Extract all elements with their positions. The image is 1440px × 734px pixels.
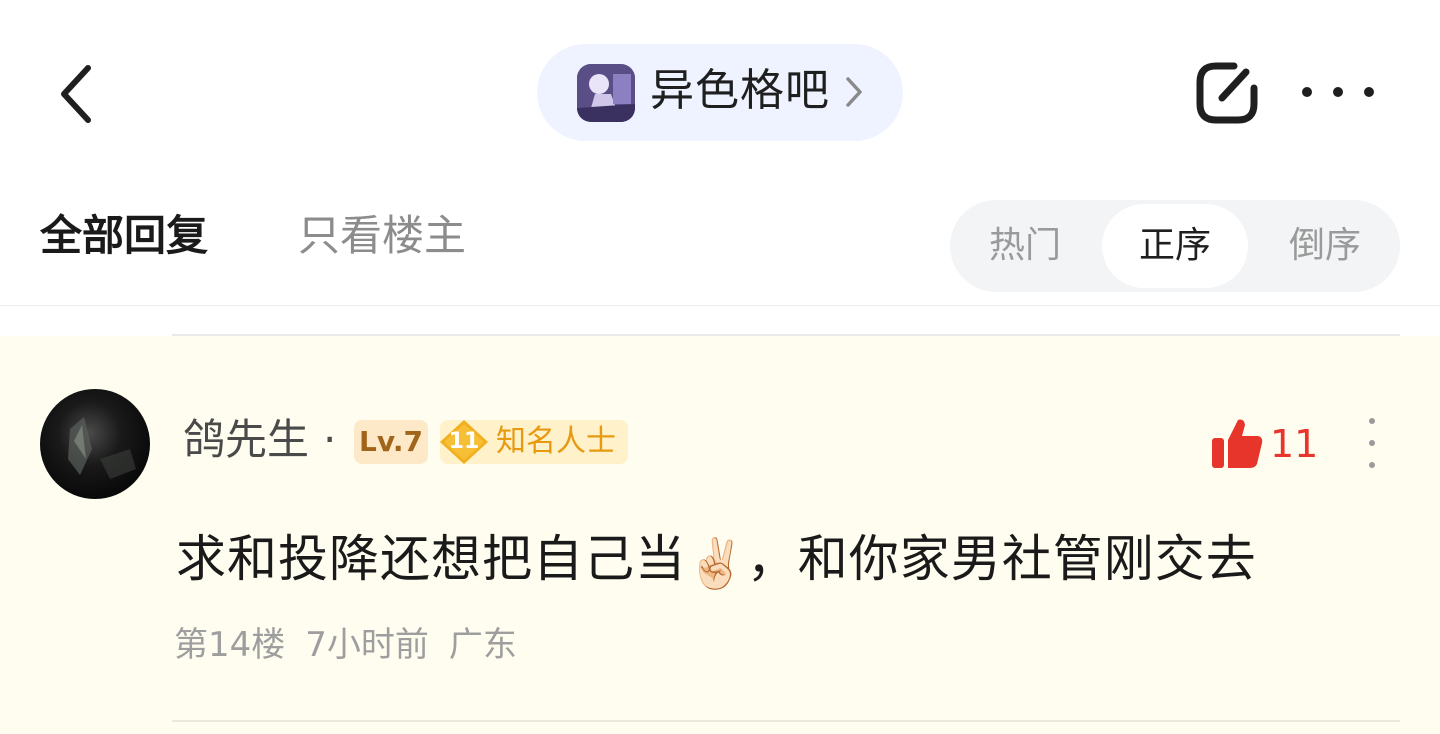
separator: · (323, 415, 337, 464)
sort-descending[interactable]: 倒序 (1250, 200, 1400, 292)
divider (0, 305, 1440, 306)
top-bar: 异色格吧 (0, 0, 1440, 180)
forum-avatar (577, 64, 635, 122)
more-dot (1333, 87, 1343, 97)
forum-link-pill[interactable]: 异色格吧 (537, 44, 903, 141)
title-badge-label: 知名人士 (496, 424, 616, 459)
sort-hot[interactable]: 热门 (950, 200, 1100, 292)
more-dot (1369, 462, 1375, 468)
forum-name: 异色格吧 (650, 65, 830, 116)
floor-number: 第14楼 (174, 625, 286, 665)
more-dot (1369, 440, 1375, 446)
divider (172, 720, 1400, 722)
tab-all-replies[interactable]: 全部回复 (40, 208, 208, 264)
more-dot (1364, 87, 1374, 97)
reply-text-part-2: ，和你家男社管刚交去 (746, 530, 1257, 588)
edit-button[interactable] (1194, 60, 1260, 126)
reply-content: 求和投降还想把自己当✌🏻，和你家男社管刚交去 (176, 526, 1257, 597)
more-button[interactable] (1302, 72, 1374, 112)
chevron-right-icon (846, 77, 862, 107)
username[interactable]: 鸽先生 (183, 412, 309, 468)
tab-only-op[interactable]: 只看楼主 (298, 208, 466, 264)
title-badge-number: 11 (448, 429, 480, 454)
more-dot (1302, 87, 1312, 97)
back-button[interactable] (52, 58, 100, 130)
post-location: 广东 (448, 625, 517, 665)
chevron-left-icon (61, 65, 91, 123)
thumbs-up-icon (1212, 419, 1263, 468)
post-more-button[interactable] (1360, 418, 1384, 468)
more-dot (1369, 418, 1375, 424)
sort-segmented-control: 热门 正序 倒序 (950, 200, 1400, 292)
post-time: 7小时前 (305, 625, 429, 665)
reply-text-part-1: 求和投降还想把自己当 (176, 530, 686, 588)
edit-icon (1196, 62, 1258, 124)
level-badge: Lv.7 (354, 420, 428, 464)
title-badge: 11 知名人士 (440, 420, 628, 464)
victory-hand-emoji-icon: ✌🏻 (686, 536, 747, 592)
like-button[interactable]: 11 (1210, 414, 1318, 474)
divider (172, 334, 1400, 336)
sort-ascending[interactable]: 正序 (1102, 204, 1248, 288)
avatar[interactable] (40, 389, 150, 499)
like-count: 11 (1270, 422, 1319, 466)
reply-meta: 第14楼 7小时前 广东 (174, 622, 537, 668)
